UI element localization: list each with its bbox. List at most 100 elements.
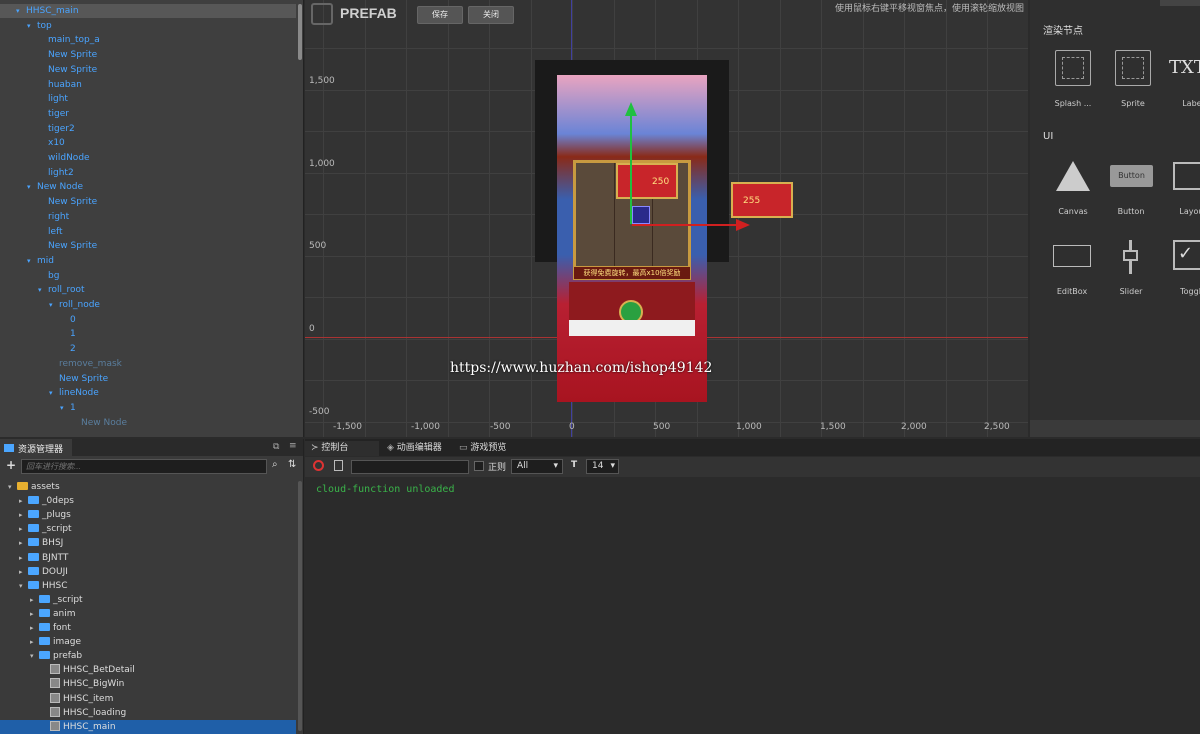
hierarchy-node[interactable]: ▾ mid (0, 254, 54, 268)
hierarchy-node[interactable]: light2 (0, 166, 74, 180)
button-icon[interactable]: Button (1110, 165, 1153, 187)
hierarchy-node[interactable]: ▾ roll_root (0, 283, 85, 297)
popout-icon[interactable]: ⧉ (273, 442, 279, 452)
expand-arrow-icon[interactable]: ▾ (27, 19, 37, 33)
asset-item[interactable]: ▸ _script (0, 522, 72, 536)
hierarchy-node[interactable]: bg (0, 269, 59, 283)
hierarchy-scrollbar[interactable] (298, 4, 302, 60)
asset-search-input[interactable] (21, 459, 267, 474)
expand-arrow-icon[interactable]: ▾ (19, 579, 28, 593)
toggle-icon[interactable]: ✓ (1173, 240, 1200, 270)
assets-scrollbar[interactable] (298, 481, 302, 731)
scene-view[interactable]: 1,500 1,000 500 0 -500 -1,500 -1,000 -500 0 500 1,… (305, 0, 1028, 437)
assets-tab[interactable]: 资源管理器 (0, 439, 72, 456)
expand-arrow-icon[interactable]: ▾ (60, 401, 70, 415)
hierarchy-node[interactable]: ▾ 1 (0, 401, 76, 415)
expand-arrow-icon[interactable]: ▸ (19, 536, 28, 550)
selected-node[interactable] (632, 206, 650, 224)
hierarchy-node[interactable]: New Sprite (0, 63, 97, 77)
expand-arrow-icon[interactable]: ▸ (19, 551, 28, 565)
expand-arrow-icon[interactable]: ▸ (30, 607, 39, 621)
hierarchy-node[interactable]: tiger (0, 107, 69, 121)
asset-item[interactable]: ▸ BJNTT (0, 551, 68, 565)
add-asset-button[interactable]: + (6, 458, 16, 472)
label-icon[interactable]: TXT (1169, 57, 1200, 78)
expand-arrow-icon[interactable]: ▾ (16, 4, 26, 18)
hierarchy-node[interactable]: tiger2 (0, 122, 75, 136)
expand-arrow-icon[interactable]: ▸ (19, 508, 28, 522)
expand-arrow-icon[interactable]: ▸ (30, 621, 39, 635)
gizmo-x-arrow-icon[interactable] (736, 219, 750, 231)
tab-console[interactable]: ≻ 控制台 (305, 441, 379, 456)
asset-item[interactable]: HHSC_main (0, 719, 296, 734)
asset-item[interactable]: HHSC_BigWin (0, 677, 124, 691)
hierarchy-node[interactable]: New Node (0, 416, 127, 430)
hierarchy-node[interactable]: ▾ New Node (0, 180, 83, 194)
hierarchy-node[interactable]: left (0, 225, 63, 239)
console-filter-input[interactable] (351, 460, 469, 474)
hierarchy-node[interactable]: ▾ roll_node (0, 298, 100, 312)
asset-item[interactable]: ▾ prefab (0, 649, 82, 663)
asset-item[interactable]: ▸ _plugs (0, 508, 71, 522)
hierarchy-node[interactable]: huaban (0, 78, 82, 92)
menu-icon[interactable]: ≡ (289, 441, 297, 451)
hierarchy-node[interactable]: right (0, 210, 69, 224)
sort-icon[interactable]: ⇅ (288, 459, 296, 470)
hierarchy-node[interactable]: light (0, 92, 68, 106)
editbox-icon[interactable] (1053, 245, 1091, 267)
hierarchy-node[interactable]: ▾ top (0, 19, 52, 33)
hierarchy-node[interactable]: New Sprite (0, 48, 97, 62)
asset-item[interactable]: ▸ BHSJ (0, 536, 63, 550)
expand-arrow-icon[interactable]: ▾ (27, 254, 37, 268)
regex-checkbox[interactable] (474, 461, 484, 471)
layout-icon[interactable] (1173, 162, 1200, 190)
hierarchy-node[interactable]: remove_mask (0, 357, 122, 371)
hierarchy-node[interactable]: 2 (0, 342, 76, 356)
save-button[interactable]: 保存 (417, 6, 463, 24)
expand-arrow-icon[interactable]: ▸ (19, 565, 28, 579)
asset-item[interactable]: ▸ image (0, 635, 81, 649)
asset-item[interactable]: HHSC_loading (0, 706, 126, 720)
bet-panel-2[interactable]: 255 (731, 182, 793, 218)
hierarchy-node[interactable]: New Sprite (0, 372, 108, 386)
asset-item[interactable]: ▸ DOUJI (0, 565, 68, 579)
expand-arrow-icon[interactable]: ▸ (19, 522, 28, 536)
hierarchy-node[interactable]: New Sprite (0, 239, 97, 253)
expand-arrow-icon[interactable]: ▾ (27, 180, 37, 194)
hierarchy-node[interactable]: ▾ HHSC_main (0, 4, 296, 18)
clear-icon[interactable] (313, 460, 324, 471)
expand-arrow-icon[interactable]: ▾ (49, 298, 59, 312)
expand-arrow-icon[interactable]: ▾ (30, 649, 39, 663)
asset-item[interactable]: ▸ _0deps (0, 494, 74, 508)
search-icon[interactable]: ⌕ (272, 459, 278, 470)
bet-panel-1[interactable]: 250 (616, 163, 678, 199)
close-button[interactable]: 关闭 (468, 6, 514, 24)
gizmo-y-arrow-icon[interactable] (625, 102, 637, 116)
asset-item[interactable]: ▸ font (0, 621, 71, 635)
hierarchy-node[interactable]: main_top_a (0, 33, 100, 47)
asset-item[interactable]: ▾ assets (0, 480, 60, 494)
asset-item[interactable]: ▸ anim (0, 607, 76, 621)
hierarchy-node[interactable]: New Sprite (0, 195, 97, 209)
asset-item[interactable]: ▾ HHSC (0, 579, 68, 593)
hierarchy-node[interactable]: ▾ lineNode (0, 386, 99, 400)
font-size-select[interactable]: 14 ▾ (586, 459, 619, 474)
canvas-icon[interactable] (1056, 161, 1090, 191)
asset-item[interactable]: ▸ _script (0, 593, 83, 607)
log-level-select[interactable]: All ▾ (511, 459, 563, 474)
hierarchy-node[interactable]: x10 (0, 136, 65, 150)
move-gizmo-y[interactable] (630, 112, 632, 224)
tab-animation-editor[interactable]: ◈ 动画编辑器 (383, 441, 442, 456)
expand-arrow-icon[interactable]: ▸ (30, 593, 39, 607)
hierarchy-node[interactable]: 1 (0, 327, 76, 341)
hierarchy-node[interactable]: 0 (0, 313, 76, 327)
expand-arrow-icon[interactable]: ▾ (49, 386, 59, 400)
hierarchy-node[interactable]: wildNode (0, 151, 90, 165)
move-gizmo-x[interactable] (632, 224, 742, 226)
expand-arrow-icon[interactable]: ▸ (19, 494, 28, 508)
tab-game-preview[interactable]: ▭ 游戏预览 (459, 441, 506, 456)
asset-item[interactable]: HHSC_item (0, 692, 113, 706)
sprite-icon[interactable] (1115, 50, 1151, 86)
splash-icon[interactable] (1055, 50, 1091, 86)
expand-arrow-icon[interactable]: ▸ (30, 635, 39, 649)
